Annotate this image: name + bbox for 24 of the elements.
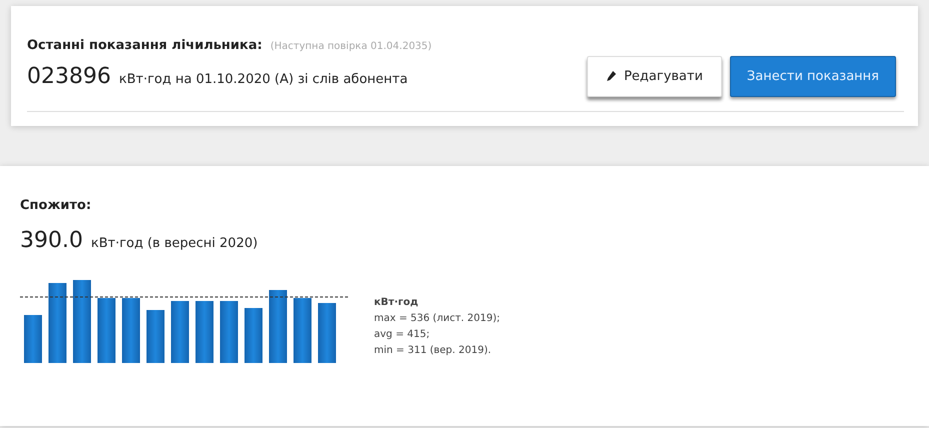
chart-bar [122, 298, 140, 362]
meter-title: Останні показання лічильника: [27, 37, 262, 55]
chart-bar [146, 310, 164, 362]
legend-stat: min = 311 (вер. 2019). [374, 344, 492, 358]
pencil-icon [606, 70, 616, 82]
chart-bar [294, 298, 312, 362]
verification-note: (Наступна повірка 01.04.2035) [270, 40, 432, 54]
legend-stat: max = 536 (лист. 2019); [374, 312, 500, 326]
chart-bar [98, 298, 116, 362]
reading-detail: кВт·год на 01.10.2020 (А) зі слів абонента [118, 70, 408, 89]
legend-stat: avg = 415; [374, 328, 431, 342]
legend-unit: кВт·год [374, 296, 420, 310]
chart-bar [171, 300, 189, 362]
chart-bar [244, 308, 262, 362]
meter-reading: 023896 [27, 62, 111, 91]
chart-bar [220, 300, 238, 362]
consumption-amount: 390.0 [20, 226, 83, 254]
submit-reading-button[interactable]: Занести показання [730, 56, 896, 97]
consumption-detail: кВт·год (в вересні 2020) [90, 234, 258, 252]
edit-button[interactable]: Редагувати [586, 56, 722, 97]
chart-bar [318, 302, 336, 362]
chart-bar [24, 314, 42, 362]
chart-bar [196, 300, 214, 362]
consumption-title: Спожито: [20, 197, 92, 215]
